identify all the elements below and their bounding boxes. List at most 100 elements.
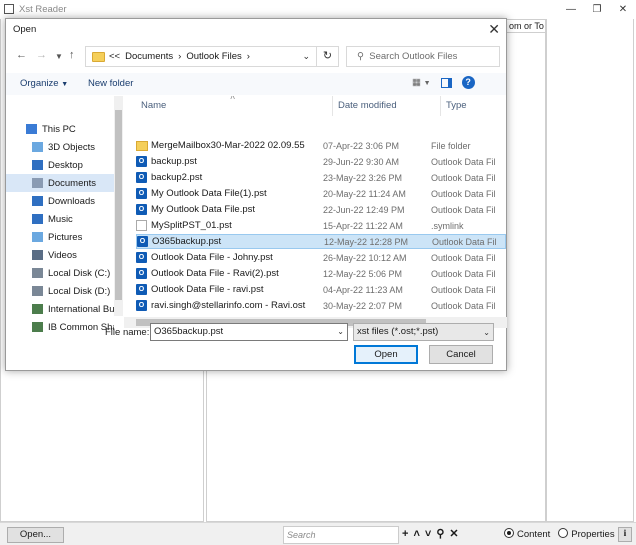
outlook-file-icon: O xyxy=(136,172,147,183)
file-name-text: My Outlook Data File(1).pst xyxy=(151,188,267,199)
nav-item-7[interactable]: Videos xyxy=(6,246,114,264)
file-row[interactable]: O Outlook Data File - Johny.pst 26-May-22 … xyxy=(136,250,506,265)
address-dropdown-icon[interactable]: ⌄ xyxy=(302,51,310,62)
file-name-cell: O My Outlook Data File(1).pst xyxy=(136,188,316,199)
file-row[interactable]: O O365backup.pst 12-May-22 12:28 PM Outlook… xyxy=(136,234,506,249)
outlook-file-icon: O xyxy=(136,284,147,295)
nav-scrollbar[interactable] xyxy=(114,96,123,316)
nav-item-10[interactable]: International Bus xyxy=(6,300,114,318)
file-type-cell: File folder xyxy=(431,140,471,151)
folder-icon xyxy=(92,51,105,62)
file-date-cell: 07-Apr-22 3:06 PM xyxy=(323,140,400,151)
maximize-icon[interactable]: ❐ xyxy=(584,0,610,18)
search-icon[interactable]: ⚲ xyxy=(436,526,444,543)
file-name-input[interactable]: O365backup.pst ⌄ xyxy=(150,323,348,341)
file-name-text: My Outlook Data File.pst xyxy=(151,204,256,215)
dialog-toolbar: Organize ▼ New folder ▦ ▼ ? xyxy=(6,73,506,95)
nav-scrollbar-thumb[interactable] xyxy=(115,110,122,300)
app-open-button[interactable]: Open... xyxy=(7,527,64,543)
dialog-cancel-button[interactable]: Cancel xyxy=(429,345,493,364)
file-name-cell: Obackup2.pst xyxy=(136,172,316,183)
file-name-text: MergeMailbox30-Mar-2022 02.09.55 xyxy=(151,140,305,151)
column-date-modified[interactable]: Date modified xyxy=(333,96,441,116)
down-arrow-icon[interactable]: ˅ xyxy=(425,526,431,543)
navigation-pane: This PC 3D Objects Desktop Documents Downloa… xyxy=(6,96,124,333)
nav-item-4[interactable]: Downloads xyxy=(6,192,114,210)
preview-pane-icon[interactable] xyxy=(440,77,452,88)
column-type[interactable]: Type xyxy=(441,96,507,116)
nav-item-8[interactable]: Local Disk (C:) xyxy=(6,264,114,282)
nav-item-6[interactable]: Pictures xyxy=(6,228,114,246)
preview-pane xyxy=(546,19,634,522)
dialog-search-input[interactable]: ⚲ Search Outlook Files xyxy=(346,46,500,67)
file-row[interactable]: MySplitPST_01.pst 15-Apr-22 11:22 AM .syml… xyxy=(136,218,506,233)
nav-item-0[interactable]: This PC xyxy=(6,120,114,138)
minimize-icon[interactable]: — xyxy=(558,0,584,18)
clear-icon[interactable]: ✕ xyxy=(449,526,458,543)
file-name-cell: O Outlook Data File - ravi.pst xyxy=(136,284,316,295)
file-date-cell: 15-Apr-22 11:22 AM xyxy=(323,220,403,231)
nav-item-3[interactable]: Documents xyxy=(6,174,114,192)
dialog-title: Open xyxy=(13,24,37,35)
file-name-dropdown-icon[interactable]: ⌄ xyxy=(337,324,344,340)
refresh-icon[interactable]: ↻ xyxy=(316,47,338,66)
radio-content[interactable]: Content xyxy=(504,528,550,540)
file-name-text: O365backup.pst xyxy=(152,236,222,247)
file-date-cell: 22-Jun-22 12:49 PM xyxy=(323,204,405,215)
add-icon[interactable]: + xyxy=(402,526,408,543)
file-date-cell: 29-Jun-22 9:30 AM xyxy=(323,156,400,167)
file-row[interactable]: MergeMailbox30-Mar-2022 02.09.55 07-Apr-2… xyxy=(136,138,506,153)
file-row[interactable]: Oravi.singh@stellarinfo.com - Ravi.ost 30… xyxy=(136,298,506,313)
file-type-cell: .symlink xyxy=(431,220,464,231)
file-row[interactable]: O Outlook Data File - ravi.pst 04-Apr-22 1… xyxy=(136,282,506,297)
file-type-select[interactable]: xst files (*.ost;*.pst) ⌄ xyxy=(353,323,494,341)
download-icon xyxy=(32,196,43,206)
up-arrow-icon[interactable]: ˄ xyxy=(413,526,419,543)
nav-item-9[interactable]: Local Disk (D:) xyxy=(6,282,114,300)
address-bar[interactable]: << Documents › Outlook Files › ⌄ ↻ xyxy=(85,46,339,67)
recent-locations-icon[interactable]: ▼ xyxy=(55,52,63,61)
forward-arrow-icon[interactable]: → xyxy=(36,49,47,61)
file-type-dropdown-icon[interactable]: ⌄ xyxy=(483,325,490,341)
dialog-close-icon[interactable]: ✕ xyxy=(488,21,500,38)
outlook-file-icon: O xyxy=(136,300,147,311)
network-drive-icon xyxy=(32,322,43,332)
breadcrumb-documents[interactable]: Documents xyxy=(125,51,173,62)
info-button[interactable]: i xyxy=(618,527,632,542)
close-icon[interactable]: ✕ xyxy=(610,0,636,18)
view-options-icon[interactable]: ▦ ▼ xyxy=(412,77,431,88)
nav-item-label: Desktop xyxy=(48,159,83,171)
search-placeholder: Search Outlook Files xyxy=(369,51,458,62)
nav-item-label: Local Disk (C:) xyxy=(48,267,111,279)
file-row[interactable]: O Outlook Data File - Ravi(2).pst 12-May-2… xyxy=(136,266,506,281)
help-icon[interactable]: ? xyxy=(461,76,475,89)
radio-properties[interactable]: Properties xyxy=(558,528,615,540)
breadcrumb-outlook-files[interactable]: Outlook Files xyxy=(186,51,241,62)
file-row[interactable]: O My Outlook Data File.pst 22-Jun-22 12:49… xyxy=(136,202,506,217)
up-folder-icon[interactable]: ↑ xyxy=(69,49,75,61)
back-arrow-icon[interactable]: ← xyxy=(16,49,27,61)
dropdown-icon: ▼ xyxy=(61,81,69,88)
nav-item-11[interactable]: IB Common Sha xyxy=(6,318,114,336)
breadcrumb-overflow[interactable]: << xyxy=(109,51,120,62)
radio-checked-icon xyxy=(504,528,514,538)
search-icon: ⚲ xyxy=(357,51,364,62)
column-header-from-to[interactable]: om or To xyxy=(506,19,546,33)
nav-item-5[interactable]: Music xyxy=(6,210,114,228)
organize-button[interactable]: Organize ▼ xyxy=(20,78,68,89)
new-folder-button[interactable]: New folder xyxy=(88,78,133,89)
outlook-file-icon: O xyxy=(137,236,148,247)
file-type-cell: Outlook Data Fil xyxy=(431,268,496,279)
file-type-cell: Outlook Data Fil xyxy=(431,156,496,167)
file-row[interactable]: Obackup2.pst 23-May-22 3:26 PM Outlook Dat… xyxy=(136,170,506,185)
app-search-input[interactable]: Search xyxy=(283,526,399,544)
file-row[interactable]: Obackup.pst 29-Jun-22 9:30 AM Outlook Data… xyxy=(136,154,506,169)
file-date-cell: 04-Apr-22 11:23 AM xyxy=(323,284,403,295)
file-name-cell: MergeMailbox30-Mar-2022 02.09.55 xyxy=(136,140,316,151)
nav-item-2[interactable]: Desktop xyxy=(6,156,114,174)
file-type-cell: Outlook Data Fil xyxy=(431,188,496,199)
file-row[interactable]: O My Outlook Data File(1).pst 20-May-22 11… xyxy=(136,186,506,201)
nav-item-1[interactable]: 3D Objects xyxy=(6,138,114,156)
dialog-open-button[interactable]: Open xyxy=(354,345,418,364)
sort-ascending-icon: ˄ xyxy=(230,96,236,102)
